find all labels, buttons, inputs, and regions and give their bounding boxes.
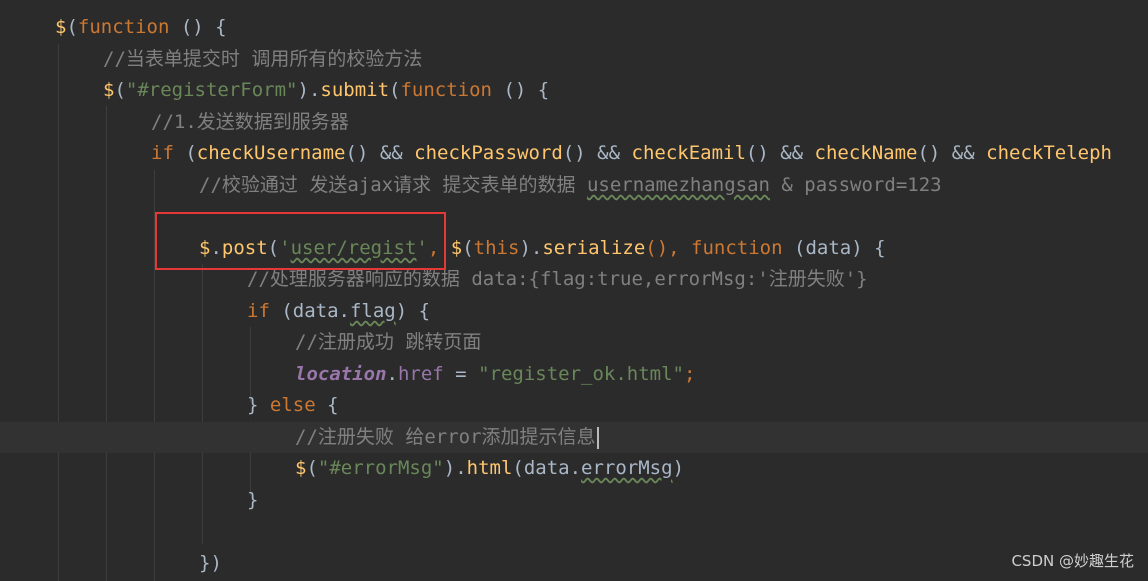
code-line-10[interactable]: //注册成功 跳转页面	[0, 327, 1148, 358]
code-text: (data.	[269, 300, 350, 322]
string: "register_ok.html"	[478, 363, 684, 385]
keyword-else: else	[269, 394, 316, 416]
code-text: () &&	[917, 142, 987, 164]
call-checkEamil: checkEamil	[631, 142, 746, 164]
watermark: CSDN @妙趣生花	[1011, 552, 1134, 570]
call-checkTelephone: checkTeleph	[986, 142, 1112, 164]
code-text: () {	[169, 16, 227, 38]
method-html: html	[466, 457, 513, 479]
code-editor[interactable]: $(function () { //当表单提交时 调用所有的校验方法 $("#r…	[0, 0, 1148, 581]
comment: //校验通过 发送ajax请求 提交表单的数据	[199, 174, 587, 196]
property-href: href	[397, 363, 444, 385]
comment: //当表单提交时 调用所有的校验方法	[103, 48, 423, 70]
brace: }	[247, 394, 270, 416]
comment: //注册成功 跳转页面	[295, 331, 482, 353]
keyword-function: function	[77, 16, 170, 38]
text-caret	[596, 426, 599, 449]
comment: & password=123	[769, 174, 942, 196]
code-line-14[interactable]: $("#errorMsg").html(data.errorMsg)	[0, 453, 1148, 484]
code-text: (data.	[512, 457, 582, 479]
code-text: (	[173, 142, 197, 164]
jquery-dollar: $	[103, 79, 115, 101]
semicolon: ;	[683, 363, 696, 385]
code-text: ) {	[395, 300, 431, 322]
code-line-5[interactable]: if (checkUsername() && checkPassword() &…	[0, 138, 1148, 169]
brace: }	[247, 489, 259, 511]
keyword-if: if	[151, 142, 174, 164]
code-text: ).	[519, 237, 543, 259]
brace: })	[199, 552, 222, 574]
code-line-1[interactable]: $(function () {	[0, 12, 1148, 43]
method-serialize: serialize	[542, 237, 646, 259]
paren: )	[672, 457, 685, 479]
call-checkName: checkName	[814, 142, 918, 164]
code-line-11[interactable]: location.href = "register_ok.html";	[0, 359, 1148, 390]
brace: {	[315, 394, 339, 416]
red-highlight-box	[155, 212, 446, 270]
call-checkUsername: checkUsername	[196, 142, 346, 164]
code-text: ).	[443, 457, 467, 479]
code-line-3[interactable]: $("#registerForm").submit(function () {	[0, 75, 1148, 106]
paren: (	[114, 79, 126, 101]
jquery-dollar: $	[55, 16, 67, 38]
code-text: () {	[492, 79, 550, 101]
code-line-13[interactable]: //注册失败 给error添加提示信息	[0, 422, 1148, 453]
code-text: =	[443, 363, 479, 385]
string: "#errorMsg"	[317, 457, 444, 479]
property-errorMsg: errorMsg	[581, 457, 673, 479]
code-line-12[interactable]: } else {	[0, 390, 1148, 421]
paren: (	[66, 16, 78, 38]
code-line-4[interactable]: //1.发送数据到服务器	[0, 107, 1148, 138]
code-line-16[interactable]: })	[0, 548, 1148, 579]
paren: (	[462, 237, 474, 259]
property-flag: flag	[349, 300, 396, 322]
code-text: () &&	[745, 142, 815, 164]
jquery-dollar: $	[450, 237, 463, 259]
code-text: ).	[297, 79, 321, 101]
comment: //1.发送数据到服务器	[151, 111, 349, 133]
code-text: (data) {	[782, 237, 886, 259]
code-line-15[interactable]: }	[0, 485, 1148, 516]
code-text: () &&	[562, 142, 632, 164]
string: "#registerForm"	[125, 79, 298, 101]
jquery-dollar: $	[295, 457, 307, 479]
paren: (	[389, 79, 401, 101]
code-text: () &&	[345, 142, 415, 164]
code-line-2[interactable]: //当表单提交时 调用所有的校验方法	[0, 44, 1148, 75]
code-line-9[interactable]: if (data.flag) {	[0, 296, 1148, 327]
method-submit: submit	[320, 79, 390, 101]
keyword-if: if	[247, 300, 270, 322]
keyword-function: function	[400, 79, 492, 101]
comment: //注册失败 给error添加提示信息	[295, 426, 596, 448]
paren: (	[306, 457, 318, 479]
dot: .	[386, 363, 398, 385]
global-location: location	[295, 363, 387, 385]
comment-typo: usernamezhangsan	[586, 174, 770, 196]
code-line-6[interactable]: //校验通过 发送ajax请求 提交表单的数据 usernamezhangsan…	[0, 170, 1148, 201]
call-checkPassword: checkPassword	[414, 142, 563, 164]
keyword-function: function	[691, 237, 783, 259]
code-text: (),	[645, 237, 692, 259]
keyword-this: this	[473, 237, 520, 259]
comment: //处理服务器响应的数据 data:{flag:true,errorMsg:'注…	[247, 268, 868, 290]
